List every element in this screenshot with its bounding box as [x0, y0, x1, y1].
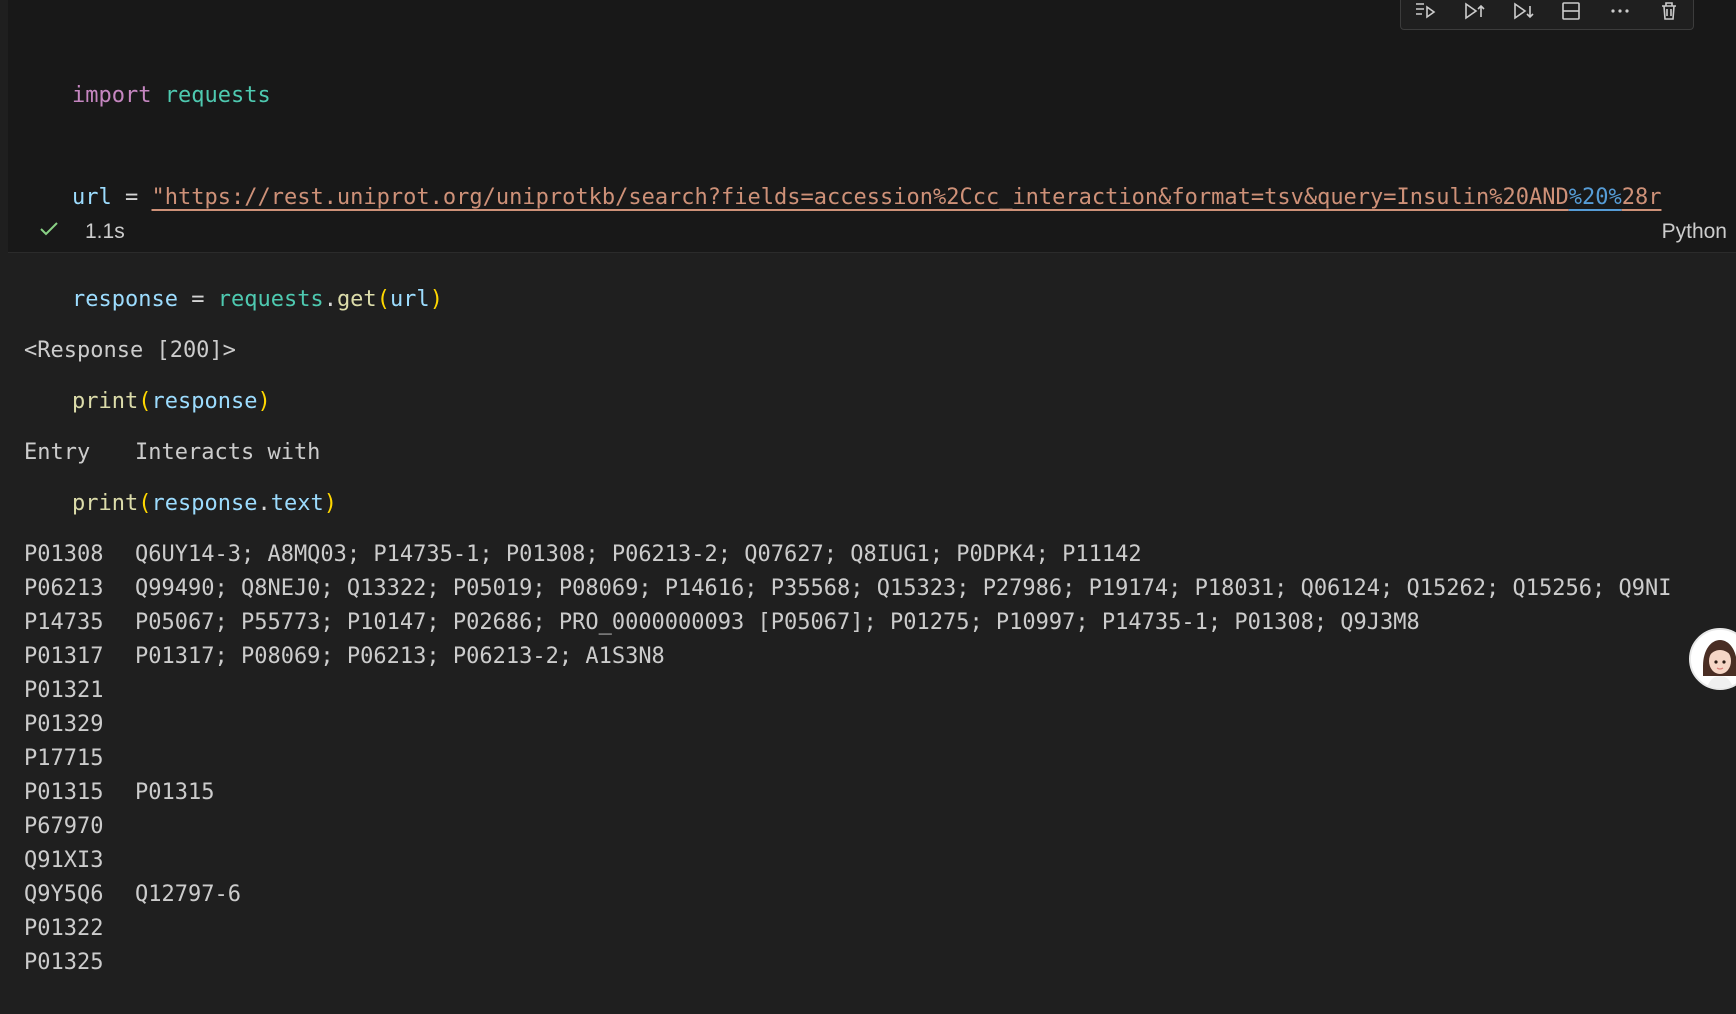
- header-entry: Entry: [24, 440, 91, 465]
- header-interacts: Interacts with: [135, 440, 321, 465]
- url-string-highlight: %20%: [1568, 185, 1622, 210]
- entry-id: Q9Y5Q6: [24, 882, 104, 907]
- url-string: "https://rest.uniprot.org/uniprotkb/sear…: [151, 185, 1569, 210]
- success-check-icon: [38, 218, 60, 246]
- output-row: P01322: [24, 912, 1671, 946]
- entry-id: P14735: [24, 610, 104, 635]
- output-row: Q91XI3: [24, 844, 1671, 878]
- entry-id: P01325: [24, 950, 104, 975]
- entry-id: P01315: [24, 780, 104, 805]
- entry-id: P01317: [24, 644, 104, 669]
- interacts-with: Q12797-6: [135, 882, 241, 907]
- cell-output: <Response [200]> Entry Interacts with P01…: [24, 266, 1671, 1014]
- cell-status-bar: 1.1s Python: [8, 212, 1736, 252]
- entry-id: P01308: [24, 542, 104, 567]
- entry-id: P17715: [24, 746, 104, 771]
- output-row: P17715: [24, 742, 1671, 776]
- entry-id: P01322: [24, 916, 104, 941]
- entry-id: P06213: [24, 576, 104, 601]
- interacts-with: Q99490; Q8NEJ0; Q13322; P05019; P08069; …: [135, 576, 1672, 601]
- output-row: P01329: [24, 708, 1671, 742]
- output-row: Q9Y5Q6 Q12797-6: [24, 878, 1671, 912]
- entry-id: P01329: [24, 712, 104, 737]
- output-row: P14735 P05067; P55773; P10147; P02686; PR…: [24, 606, 1671, 640]
- url-string-tail: 28r: [1621, 185, 1662, 210]
- output-header: Entry Interacts with: [24, 436, 1671, 470]
- code-line-import: import requests: [72, 83, 271, 108]
- output-row: P01315 P01315: [24, 776, 1671, 810]
- output-row: P01321: [24, 674, 1671, 708]
- entry-id: P67970: [24, 814, 104, 839]
- output-row: P67970: [24, 810, 1671, 844]
- output-row: P01308 Q6UY14-3; A8MQ03; P14735-1; P01308…: [24, 538, 1671, 572]
- entry-id: Q91XI3: [24, 848, 104, 873]
- interacts-with: P01315: [135, 780, 215, 805]
- output-row: P01317 P01317; P08069; P06213; P06213-2; …: [24, 640, 1671, 674]
- code-line-url: url = "https://rest.uniprot.org/uniprotk…: [72, 185, 1662, 210]
- interacts-with: P01317; P08069; P06213; P06213-2; A1S3N8: [135, 644, 665, 669]
- assistant-avatar[interactable]: [1689, 628, 1736, 690]
- interacts-with: Q6UY14-3; A8MQ03; P14735-1; P01308; P062…: [135, 542, 1142, 567]
- execution-duration: 1.1s: [85, 220, 125, 243]
- kernel-language[interactable]: Python: [1662, 220, 1727, 244]
- response-line: <Response [200]>: [24, 338, 236, 363]
- output-row: P06213 Q99490; Q8NEJ0; Q13322; P05019; P0…: [24, 572, 1671, 606]
- interacts-with: P05067; P55773; P10147; P02686; PRO_0000…: [135, 610, 1420, 635]
- output-row: P01325: [24, 946, 1671, 980]
- entry-id: P01321: [24, 678, 104, 703]
